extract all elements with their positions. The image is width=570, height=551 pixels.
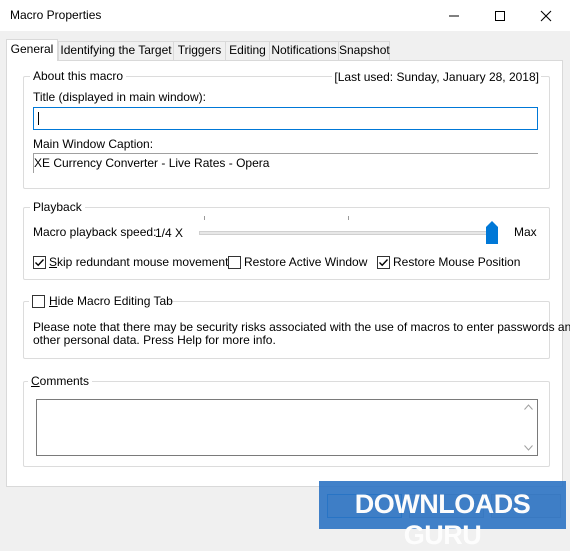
scroll-down-icon[interactable] bbox=[524, 445, 533, 451]
general-tab-panel: About this macro [Last used: Sunday, Jan… bbox=[6, 60, 570, 487]
restore-mouse-position-checkbox[interactable] bbox=[377, 256, 390, 269]
minimize-button[interactable] bbox=[431, 0, 477, 31]
check-mark-icon bbox=[35, 259, 45, 267]
text-caret bbox=[38, 112, 39, 125]
skip-redundant-checkbox[interactable] bbox=[33, 256, 46, 269]
hide-macro-editing-label: Hide Macro Editing Tab bbox=[49, 294, 173, 308]
tab-general[interactable]: General bbox=[6, 39, 58, 61]
comments-scrollbar[interactable] bbox=[520, 400, 537, 455]
tab-notifications[interactable]: Notifications bbox=[269, 41, 339, 60]
slider-tick bbox=[204, 216, 205, 220]
security-note-line1: Please note that there may be security r… bbox=[33, 320, 570, 334]
caption-value: XE Currency Converter - Live Rates - Ope… bbox=[34, 156, 270, 170]
comments-textarea[interactable] bbox=[36, 399, 538, 456]
slider-track bbox=[199, 231, 494, 235]
security-note-line2: other personal data. Press Help for more… bbox=[33, 333, 276, 347]
playback-speed-label: Macro playback speed: bbox=[33, 225, 157, 239]
tab-identifying-the-target[interactable]: Identifying the Target bbox=[58, 41, 174, 60]
caption-field-label: Main Window Caption: bbox=[33, 137, 154, 151]
slider-tick bbox=[348, 216, 349, 220]
speed-min-label: 1/4 X bbox=[155, 226, 184, 240]
hide-editing-header: Hide Macro Editing Tab bbox=[29, 294, 173, 310]
tab-triggers[interactable]: Triggers bbox=[173, 41, 226, 60]
minimize-icon bbox=[449, 15, 459, 17]
title-input[interactable] bbox=[33, 107, 538, 130]
about-group: About this macro [Last used: Sunday, Jan… bbox=[23, 69, 550, 189]
playback-group: Playback Macro playback speed: 1/4 X Max… bbox=[23, 200, 550, 280]
hide-macro-editing-checkbox[interactable] bbox=[32, 295, 45, 308]
close-icon bbox=[540, 10, 552, 22]
speed-max-label: Max bbox=[514, 225, 537, 239]
window-title: Macro Properties bbox=[10, 8, 102, 22]
restore-active-window-checkbox[interactable] bbox=[228, 256, 241, 269]
maximize-button[interactable] bbox=[477, 0, 523, 31]
restore-mouse-position-label: Restore Mouse Position bbox=[393, 255, 521, 269]
caption-field[interactable]: XE Currency Converter - Live Rates - Ope… bbox=[33, 153, 538, 173]
comments-group: Comments bbox=[23, 374, 550, 467]
title-bar: Macro Properties bbox=[0, 0, 570, 31]
comments-group-label: Comments bbox=[28, 374, 93, 388]
playback-speed-slider[interactable] bbox=[199, 213, 498, 244]
playback-group-label: Playback bbox=[30, 200, 85, 214]
scroll-up-icon[interactable] bbox=[524, 404, 533, 410]
downloads-guru-watermark: DOWNLOADS GURU bbox=[319, 481, 566, 550]
tab-snapshot[interactable]: Snapshot bbox=[338, 41, 390, 60]
slider-thumb[interactable] bbox=[486, 221, 498, 244]
tab-editing[interactable]: Editing bbox=[225, 41, 270, 60]
close-button[interactable] bbox=[523, 0, 569, 31]
restore-active-window-label: Restore Active Window bbox=[244, 255, 368, 269]
maximize-icon bbox=[495, 11, 505, 21]
about-group-label: About this macro bbox=[30, 69, 127, 83]
skip-redundant-label: Skip redundant mouse movement bbox=[49, 255, 229, 269]
hide-editing-group: Hide Macro Editing Tab Please note that … bbox=[23, 294, 570, 359]
last-used-text: [Last used: Sunday, January 28, 2018] bbox=[332, 70, 541, 84]
check-mark-icon bbox=[379, 259, 389, 267]
watermark-text: DOWNLOADS GURU bbox=[354, 489, 531, 550]
title-field-label: Title (displayed in main window): bbox=[33, 90, 206, 104]
